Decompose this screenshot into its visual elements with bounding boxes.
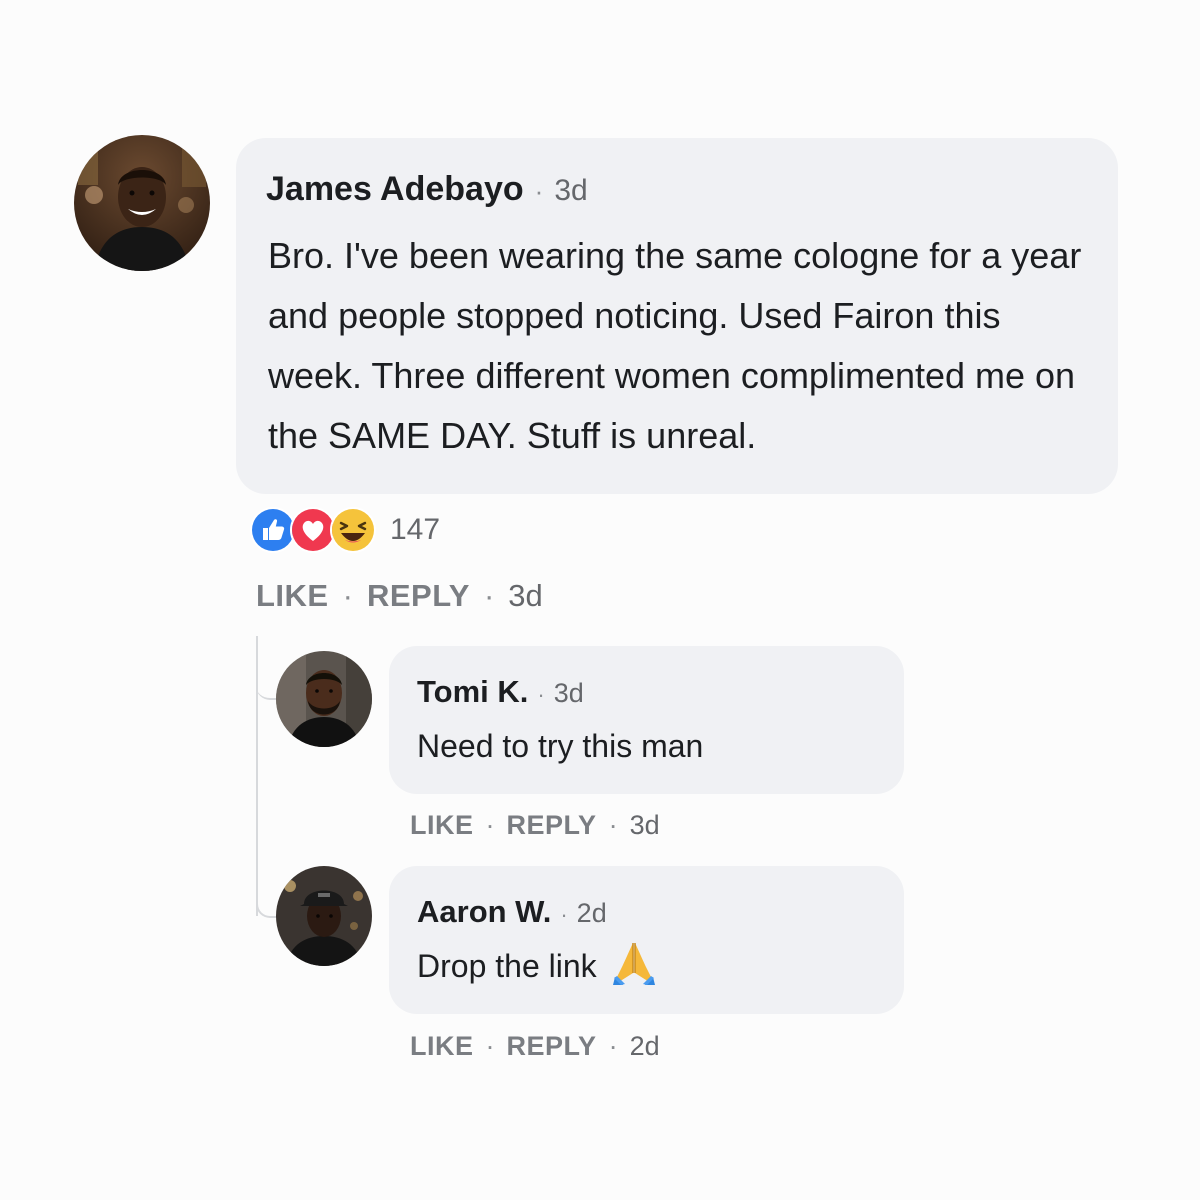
comment-timestamp[interactable]: 3d [554, 174, 587, 208]
profile-photo [276, 866, 372, 966]
reply-text-container: Drop the link [417, 942, 657, 985]
reply-header: Tomi K. · 3d [417, 674, 584, 710]
comment-header: James Adebayo · 3d [266, 170, 588, 209]
separator-dot: · [485, 1031, 495, 1061]
avatar-tomi-k[interactable] [276, 651, 372, 747]
reaction-count: 147 [390, 513, 441, 546]
reply-actions: LIKE · REPLY · 2d [410, 1031, 660, 1062]
separator-dot: · [608, 1031, 618, 1061]
comment-author-name[interactable]: James Adebayo [266, 170, 524, 209]
thread-branch [256, 670, 278, 700]
reply-text-container: Need to try this man [417, 728, 703, 765]
reply-bubble: Aaron W. · 2d Drop the link [389, 866, 904, 1014]
reply-bubble: Tomi K. · 3d Need to try this man [389, 646, 904, 794]
separator-dot: · [560, 902, 568, 927]
reply-header: Aaron W. · 2d [417, 894, 607, 930]
reply-author-name[interactable]: Aaron W. [417, 894, 551, 930]
comment-bubble: James Adebayo · 3d Bro. I've been wearin… [236, 138, 1118, 494]
like-button[interactable]: LIKE [410, 810, 474, 841]
comment-text: Bro. I've been wearing the same cologne … [268, 235, 1082, 456]
separator-dot: · [608, 810, 618, 840]
reply-actions: LIKE · REPLY · 3d [410, 810, 660, 841]
comment-actions: LIKE · REPLY · 3d [256, 578, 543, 614]
reply-timestamp[interactable]: 3d [554, 678, 584, 709]
reply-button[interactable]: REPLY [507, 810, 597, 841]
reply-timestamp-link[interactable]: 3d [630, 810, 660, 841]
like-button[interactable]: LIKE [410, 1031, 474, 1062]
reply-button[interactable]: REPLY [507, 1031, 597, 1062]
separator-dot: · [342, 578, 353, 613]
haha-icon [330, 507, 376, 553]
reply-author-name[interactable]: Tomi K. [417, 674, 528, 710]
separator-dot: · [483, 578, 495, 613]
reply-button[interactable]: REPLY [367, 578, 470, 614]
reply-timestamp-link[interactable]: 2d [630, 1031, 660, 1062]
reply-text: Need to try this man [417, 728, 704, 764]
reply-timestamp[interactable]: 2d [577, 898, 607, 929]
folded-hands-icon [611, 939, 657, 985]
avatar-aaron-w[interactable] [276, 866, 372, 966]
like-button[interactable]: LIKE [256, 578, 329, 614]
separator-dot: · [485, 810, 495, 840]
profile-photo [74, 135, 210, 271]
comment-timestamp-link[interactable]: 3d [508, 578, 542, 614]
reaction-summary[interactable]: 147 [250, 507, 440, 553]
separator-dot: · [534, 176, 544, 206]
reply-text: Drop the link [417, 948, 597, 984]
avatar-james-adebayo[interactable] [74, 135, 210, 271]
profile-photo [276, 651, 372, 747]
separator-dot: · [537, 682, 545, 707]
